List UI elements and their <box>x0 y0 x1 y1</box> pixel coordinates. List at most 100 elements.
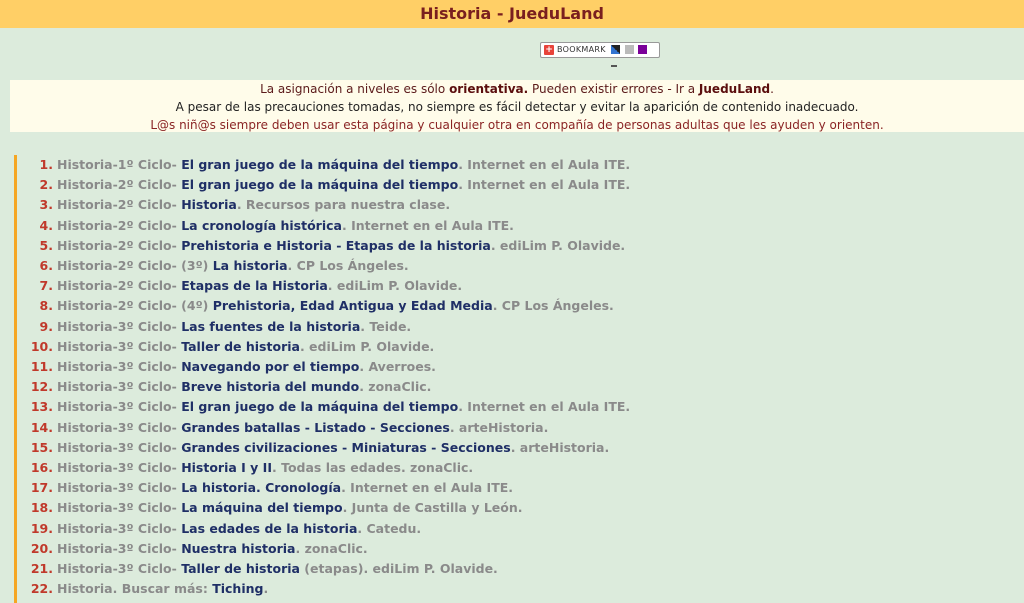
item-category: Historia-2º Ciclo- <box>56 237 182 253</box>
jueduland-link[interactable]: JueduLand <box>699 82 770 96</box>
item-category: Historia-3º Ciclo- <box>56 500 182 516</box>
list-item: 13. Historia-3º Ciclo- El gran juego de … <box>17 397 630 417</box>
item-source: . ediLim P. Olavide. <box>299 338 435 354</box>
item-category: Historia-2º Ciclo- (3º) <box>56 258 213 273</box>
item-source: . Recursos para nuestra clase. <box>236 197 451 213</box>
list-item: 4. Historia-2º Ciclo- La cronología hist… <box>17 216 514 236</box>
item-number: 1. <box>39 157 53 172</box>
list-item: 11. Historia-3º Ciclo- Navegando por el … <box>17 357 436 377</box>
list-item: 19. Historia-3º Ciclo- Las edades de la … <box>17 519 421 539</box>
item-source: . arteHistoria. <box>449 419 549 435</box>
notice-line-2: A pesar de las precauciones tomadas, no … <box>175 100 859 114</box>
list-item: 15. Historia-3º Ciclo- Grandes civilizac… <box>17 438 609 458</box>
resource-link[interactable]: El gran juego de la máquina del tiempo <box>181 177 458 192</box>
item-category: Historia-3º Ciclo- <box>56 338 182 354</box>
item-source: . zonaClic. <box>359 379 432 395</box>
list-item: 18. Historia-3º Ciclo- La máquina del ti… <box>17 498 523 518</box>
list-item: 2. Historia-2º Ciclo- El gran juego de l… <box>17 175 631 195</box>
item-number: 2. <box>39 177 53 193</box>
item-number: 4. <box>39 217 53 233</box>
item-source: . <box>263 581 269 597</box>
plus-icon: + <box>544 45 554 55</box>
item-number: 22. <box>30 581 53 597</box>
item-number: 11. <box>30 359 53 374</box>
item-number: 9. <box>39 318 53 334</box>
list-item: 21. Historia-3º Ciclo- Taller de histori… <box>17 559 498 579</box>
item-category: Historia-2º Ciclo- <box>56 197 182 213</box>
resource-link[interactable]: Grandes civilizaciones - Miniaturas - Se… <box>181 440 511 455</box>
resource-link[interactable]: Taller de historia <box>181 339 300 354</box>
item-source: . Internet en el Aula ITE. <box>458 157 631 172</box>
item-number: 12. <box>30 379 53 395</box>
item-source: . Todas las edades. zonaClic. <box>271 460 474 475</box>
resource-link[interactable]: Tiching <box>212 581 263 596</box>
item-source: . Internet en el Aula ITE. <box>458 177 631 193</box>
item-number: 18. <box>30 500 53 516</box>
notice-line-3: L@s niñ@s siempre deben usar esta página… <box>150 118 884 132</box>
item-source: . Internet en el Aula ITE. <box>458 399 631 415</box>
social-icons <box>611 45 659 73</box>
item-source: . arteHistoria. <box>510 439 610 455</box>
item-source: . CP Los Ángeles. <box>287 258 409 273</box>
item-category: Historia-3º Ciclo- <box>56 439 182 455</box>
item-category: Historia-3º Ciclo- <box>56 480 182 496</box>
resource-link[interactable]: Breve historia del mundo <box>181 379 359 394</box>
item-source: . CP Los Ángeles. <box>492 298 614 314</box>
resource-link[interactable]: Etapas de la Historia <box>181 278 328 293</box>
item-number: 16. <box>30 460 53 475</box>
resource-link[interactable]: La máquina del tiempo <box>181 500 342 515</box>
resource-link[interactable]: Nuestra historia <box>181 541 295 556</box>
header-bar: Historia - JueduLand <box>0 0 1024 28</box>
item-category: Historia-3º Ciclo- <box>56 460 182 475</box>
list-item: 10. Historia-3º Ciclo- Taller de histori… <box>17 337 434 357</box>
resource-link[interactable]: Grandes batallas - Listado - Secciones <box>181 420 450 435</box>
page-title: Historia - JueduLand <box>420 4 604 23</box>
resource-link[interactable]: Navegando por el tiempo <box>181 359 359 374</box>
bookmark-label: BOOKMARK <box>557 45 606 54</box>
list-item: 14. Historia-3º Ciclo- Grandes batallas … <box>17 418 549 438</box>
item-category: Historia-2º Ciclo- (4º) <box>56 298 213 314</box>
orientativa-text: orientativa. <box>449 82 529 96</box>
item-category: Historia-1º Ciclo- <box>56 157 182 172</box>
item-number: 15. <box>30 439 53 455</box>
list-item: 6. Historia-2º Ciclo- (3º) La historia. … <box>17 256 409 276</box>
resource-link[interactable]: Prehistoria e Historia - Etapas de la hi… <box>181 238 491 253</box>
resource-link[interactable]: La cronología histórica <box>181 218 342 233</box>
item-category: Historia-3º Ciclo- <box>56 520 182 536</box>
resource-link[interactable]: Las fuentes de la historia <box>181 319 360 334</box>
list-item: 22. Historia. Buscar más: Tiching. <box>17 579 268 599</box>
more-icon <box>611 65 617 67</box>
resource-link[interactable]: Taller de historia <box>181 561 300 576</box>
list-item: 8. Historia-2º Ciclo- (4º) Prehistoria, … <box>17 296 614 316</box>
notice-box: La asignación a niveles es sólo orientat… <box>10 80 1024 132</box>
list-item: 1. Historia-1º Ciclo- El gran juego de l… <box>17 155 631 175</box>
yahoo-icon <box>638 45 648 54</box>
item-number: 10. <box>30 338 53 354</box>
item-category: Historia-3º Ciclo- <box>56 399 182 415</box>
item-number: 17. <box>30 480 53 496</box>
resource-link[interactable]: Historia <box>181 197 237 212</box>
bookmark-button[interactable]: + BOOKMARK <box>540 42 660 67</box>
resource-link[interactable]: La historia. Cronología <box>181 480 341 495</box>
item-source: . Internet en el Aula ITE. <box>341 217 514 233</box>
item-category: Historia-3º Ciclo- <box>56 540 182 556</box>
resource-link[interactable]: La historia <box>213 258 288 273</box>
resource-link[interactable]: El gran juego de la máquina del tiempo <box>181 157 458 172</box>
item-number: 20. <box>30 540 53 556</box>
item-source: . zonaClic. <box>295 540 368 556</box>
item-source: . Averroes. <box>359 359 436 374</box>
list-item: 20. Historia-3º Ciclo- Nuestra historia.… <box>17 539 368 559</box>
item-source: . ediLim P. Olavide. <box>490 237 626 253</box>
resource-link[interactable]: Prehistoria, Edad Antigua y Edad Media <box>213 298 493 313</box>
item-number: 14. <box>30 419 53 435</box>
item-source: . Junta de Castilla y León. <box>342 500 523 516</box>
list-item: 3. Historia-2º Ciclo- Historia. Recursos… <box>17 195 451 215</box>
item-number: 13. <box>30 399 53 415</box>
resource-link[interactable]: Las edades de la historia <box>181 521 357 536</box>
resource-link[interactable]: Historia I y II <box>181 460 272 475</box>
list-item: 5. Historia-2º Ciclo- Prehistoria e Hist… <box>17 236 626 256</box>
item-category: Historia-2º Ciclo- <box>56 217 182 233</box>
item-number: 8. <box>39 298 53 314</box>
resource-link[interactable]: El gran juego de la máquina del tiempo <box>181 399 458 414</box>
item-source: . Catedu. <box>357 520 422 536</box>
